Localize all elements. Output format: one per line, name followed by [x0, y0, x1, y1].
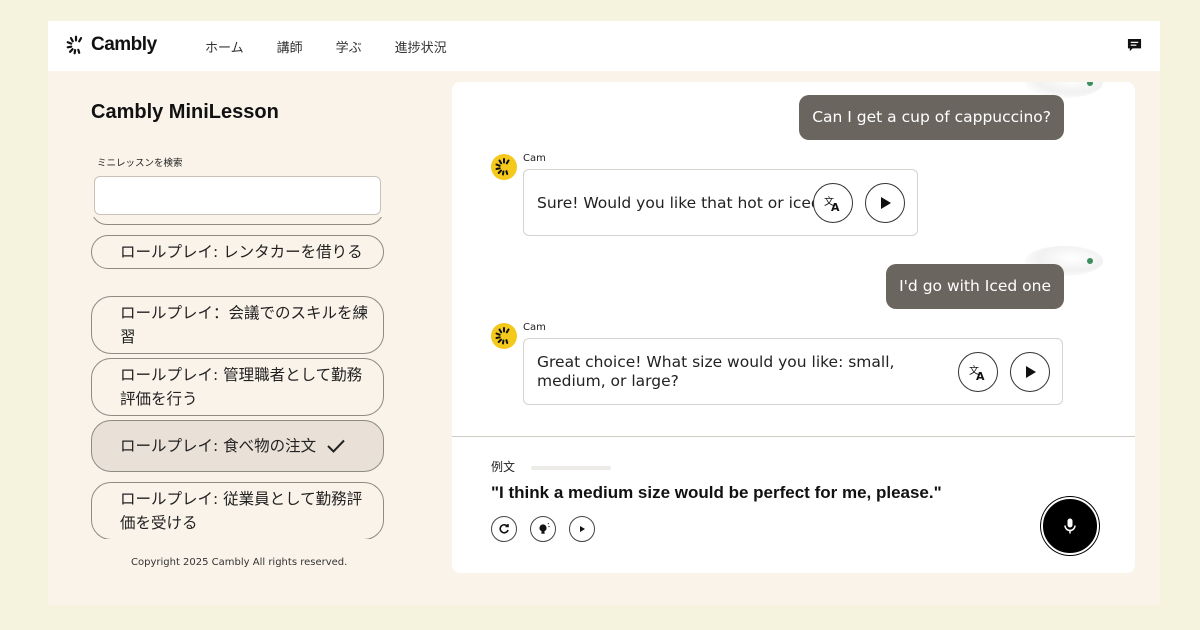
replay-button[interactable]: [491, 516, 517, 542]
nav-home[interactable]: ホーム: [205, 37, 244, 56]
play-icon: [881, 197, 891, 209]
play-audio-button[interactable]: [865, 183, 905, 223]
bot-message: Great choice! What size would you like: …: [523, 338, 1063, 405]
translate-icon: 文 A: [824, 195, 840, 213]
lesson-item-partial[interactable]: [91, 217, 384, 225]
lesson-search-input[interactable]: [94, 176, 381, 215]
nav-learn[interactable]: 学ぶ: [336, 37, 362, 56]
chat-panel: Can I get a cup of cappuccino? Cam Sure!…: [452, 82, 1135, 573]
hint-button[interactable]: [530, 516, 556, 542]
user-message: Can I get a cup of cappuccino?: [799, 95, 1064, 140]
user-message: I'd go with Iced one: [886, 264, 1064, 309]
bot-message-text: Great choice! What size would you like: …: [537, 353, 895, 390]
app-window: Cambly ホーム 講師 学ぶ 進捗状況 Cambly MiniLesson …: [48, 21, 1160, 605]
lightbulb-icon: [539, 522, 550, 534]
lesson-list[interactable]: ロールプレイ: レンタカーを借りる ロールプレイ：会議でのスキルを練習 ロールプ…: [91, 217, 385, 539]
bot-message-text: Sure! Would you like that hot or iced?: [537, 194, 830, 212]
translate-button[interactable]: 文 A: [958, 352, 998, 392]
nav-progress[interactable]: 進捗状況: [395, 37, 447, 56]
cambly-logo[interactable]: Cambly: [65, 34, 157, 56]
logo-text: Cambly: [91, 34, 157, 55]
microphone-button[interactable]: [1041, 497, 1099, 555]
example-sentence: "I think a medium size would be perfect …: [491, 483, 942, 502]
bot-message: Sure! Would you like that hot or iced? 文…: [523, 169, 918, 236]
cambly-logo-icon: [66, 35, 83, 55]
svg-text:A: A: [831, 201, 840, 213]
translate-button[interactable]: 文 A: [813, 183, 853, 223]
bot-avatar: [491, 323, 517, 349]
cambly-logo-icon: [495, 327, 510, 345]
copyright-text: Copyright 2025 Cambly All rights reserve…: [131, 557, 348, 568]
lesson-item[interactable]: ロールプレイ: レンタカーを借りる: [91, 235, 384, 269]
replay-icon: [499, 524, 509, 534]
lesson-item[interactable]: ロールプレイ：会議でのスキルを練習: [91, 296, 384, 354]
play-example-button[interactable]: [569, 516, 595, 542]
play-icon: [580, 526, 585, 532]
lesson-item-label: ロールプレイ：会議でのスキルを練習: [120, 304, 369, 346]
lesson-item[interactable]: ロールプレイ: 従業員として勤務評価を受ける: [91, 482, 384, 539]
nav-tutors[interactable]: 講師: [277, 37, 303, 56]
top-navigation-bar: Cambly ホーム 講師 学ぶ 進捗状況: [48, 21, 1160, 71]
divider: [452, 436, 1135, 437]
lesson-item-label: ロールプレイ: レンタカーを借りる: [120, 243, 363, 261]
example-label: 例文: [491, 460, 516, 474]
page-title: Cambly MiniLesson: [91, 101, 279, 123]
cambly-logo-icon: [495, 158, 510, 176]
lesson-item-label: ロールプレイ: 食べ物の注文: [120, 437, 317, 455]
bot-avatar: [491, 154, 517, 180]
play-audio-button[interactable]: [1010, 352, 1050, 392]
lesson-item[interactable]: ロールプレイ: 管理職者として勤務評価を行う: [91, 358, 384, 416]
example-progress-bar: [531, 466, 611, 470]
play-icon: [1026, 366, 1036, 378]
chat-bubble-icon[interactable]: [1127, 38, 1142, 53]
lesson-item-label: ロールプレイ: 従業員として勤務評価を受ける: [120, 490, 363, 532]
search-label: ミニレッスンを検索: [97, 158, 183, 169]
microphone-icon: [1064, 518, 1076, 534]
svg-text:A: A: [976, 370, 985, 382]
checkmark-icon: [327, 439, 345, 453]
lesson-item-selected[interactable]: ロールプレイ: 食べ物の注文: [91, 420, 384, 472]
bot-name: Cam: [523, 322, 546, 333]
lesson-item-label: ロールプレイ: 管理職者として勤務評価を行う: [120, 366, 363, 408]
translate-icon: 文 A: [969, 364, 985, 382]
bot-name: Cam: [523, 153, 546, 164]
main-nav: ホーム 講師 学ぶ 進捗状況: [205, 37, 447, 56]
